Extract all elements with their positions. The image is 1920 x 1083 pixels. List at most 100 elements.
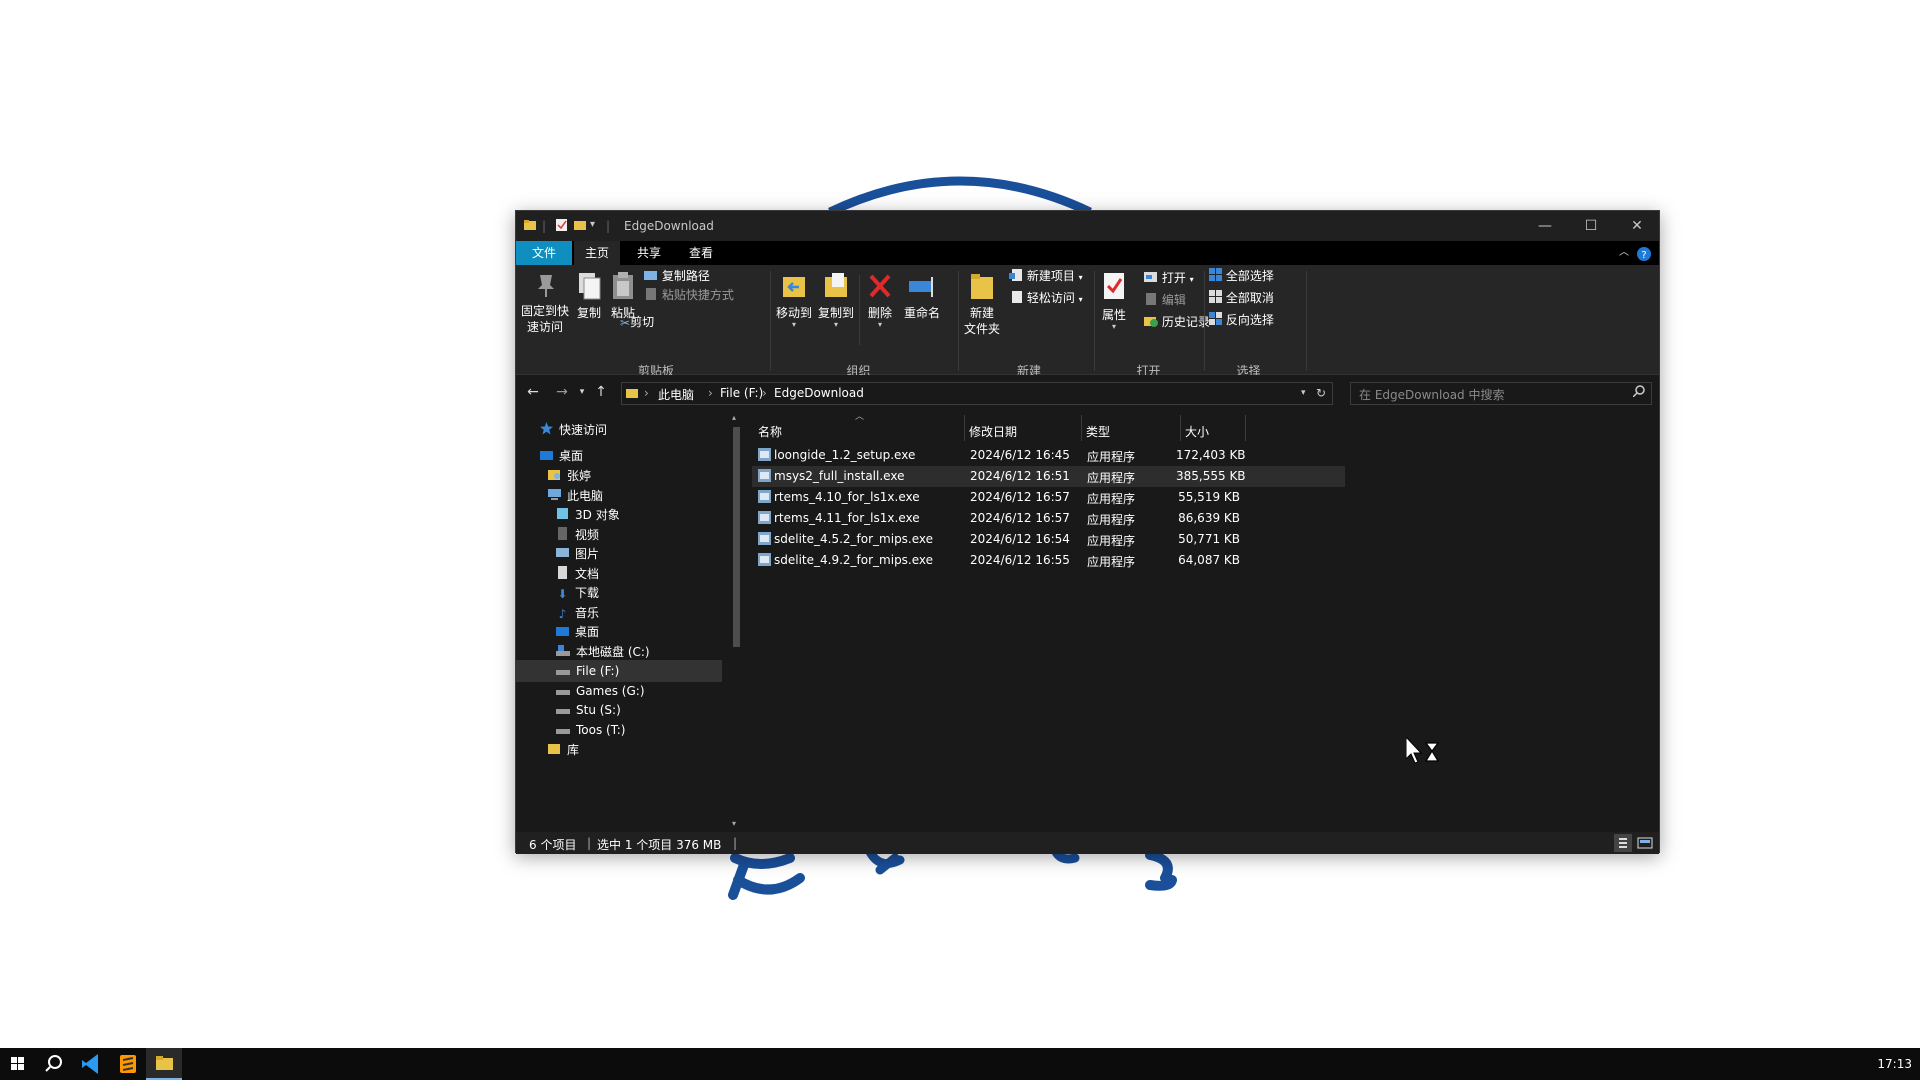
paste-shortcut-button[interactable]: 粘贴快捷方式	[644, 286, 734, 304]
open-button[interactable]: 打开 ▾	[1144, 269, 1194, 287]
file-size: 385,555 KB	[1176, 469, 1246, 483]
breadcrumb-edgedownload[interactable]: EdgeDownload	[774, 386, 864, 400]
delete-button[interactable]: 删除 ▾	[862, 271, 898, 329]
tab-home[interactable]: 主页	[574, 241, 620, 265]
title-bar[interactable]: | ▾ | EdgeDownload — ☐ ✕	[516, 211, 1659, 241]
nav-item-downloads[interactable]: ⬇ 下载	[556, 582, 599, 604]
up-arrow-icon[interactable]: ↑	[591, 384, 611, 400]
file-row[interactable]: sdelite_4.9.2_for_mips.exe 2024/6/12 16:…	[752, 550, 1345, 571]
history-button[interactable]: 历史记录	[1144, 313, 1210, 331]
tab-view[interactable]: 查看	[678, 241, 724, 265]
exe-icon	[758, 532, 771, 548]
breadcrumb-separator: ›	[708, 386, 713, 400]
search-icon[interactable]	[36, 1048, 72, 1080]
easy-access-button[interactable]: 轻松访问 ▾	[1009, 289, 1083, 307]
rename-button[interactable]: 重命名	[902, 271, 942, 321]
nav-item-user[interactable]: 张婷	[548, 465, 591, 487]
column-separator[interactable]	[1081, 415, 1082, 441]
nav-item-libraries[interactable]: 库	[548, 739, 579, 761]
column-header-name[interactable]: 名称	[758, 423, 782, 440]
forward-arrow-icon[interactable]: →	[552, 384, 572, 400]
select-none-button[interactable]: 全部取消	[1209, 289, 1274, 307]
ribbon: 固定到快速访问 复制 粘贴 复制路径 粘贴快捷方式 ✂剪切 剪贴板 移动到 ▾ …	[516, 265, 1659, 378]
nav-item-drive-s[interactable]: Stu (S:)	[556, 699, 621, 721]
taskbar-clock[interactable]: 17:13	[1877, 1057, 1912, 1071]
easy-access-icon	[1009, 290, 1023, 308]
file-explorer-taskbar-icon[interactable]	[146, 1048, 182, 1080]
select-all-button[interactable]: 全部选择	[1209, 267, 1274, 285]
back-arrow-icon[interactable]: ←	[523, 384, 543, 400]
nav-item-pictures[interactable]: 图片	[556, 543, 599, 565]
search-box[interactable]: 在 EdgeDownload 中搜索	[1350, 382, 1652, 405]
sublime-text-icon[interactable]	[110, 1048, 146, 1080]
breadcrumb-drive-f[interactable]: File (F:)	[720, 386, 763, 400]
breadcrumb-this-pc[interactable]: 此电脑	[658, 386, 694, 403]
dropdown-arrow-icon: ▾	[791, 320, 796, 329]
customize-quick-access-icon[interactable]: ▾	[590, 219, 595, 233]
nav-scrollbar[interactable]: ▴ ▾	[730, 413, 742, 832]
file-name: sdelite_4.5.2_for_mips.exe	[774, 532, 934, 546]
new-folder-quick-icon[interactable]	[574, 219, 586, 233]
file-type: 应用程序	[1087, 534, 1136, 548]
file-row[interactable]: rtems_4.10_for_ls1x.exe 2024/6/12 16:57 …	[752, 487, 1345, 508]
collapse-ribbon-icon[interactable]: ︿	[1616, 241, 1632, 265]
file-name: rtems_4.10_for_ls1x.exe	[774, 490, 920, 504]
nav-item-drive-t[interactable]: Toos (T:)	[556, 719, 625, 741]
vscode-icon[interactable]	[74, 1048, 110, 1080]
close-button[interactable]: ✕	[1614, 211, 1660, 241]
tab-share[interactable]: 共享	[626, 241, 672, 265]
history-label: 历史记录	[1161, 315, 1210, 329]
refresh-icon[interactable]: ↻	[1316, 386, 1326, 400]
large-icons-view-icon[interactable]	[1636, 834, 1654, 855]
column-separator[interactable]	[1245, 415, 1246, 441]
nav-label: 下载	[575, 586, 600, 600]
file-size: 50,771 KB	[1178, 532, 1240, 546]
tab-file[interactable]: 文件	[516, 241, 572, 265]
properties-label: 属性	[1101, 308, 1126, 322]
properties-quick-icon[interactable]	[556, 219, 568, 233]
details-view-icon[interactable]	[1614, 834, 1632, 852]
nav-item-desktop-2[interactable]: 桌面	[556, 621, 599, 643]
help-icon[interactable]: ?	[1636, 241, 1652, 265]
properties-button[interactable]: 属性 ▾	[1096, 271, 1132, 331]
nav-label: 桌面	[575, 625, 600, 639]
maximize-button[interactable]: ☐	[1568, 211, 1614, 241]
nav-item-quick-access[interactable]: 快速访问	[540, 419, 607, 441]
new-item-button[interactable]: 新建项目 ▾	[1009, 267, 1083, 285]
nav-item-drive-f[interactable]: File (F:)	[516, 660, 722, 682]
navigation-pane[interactable]: 快速访问 桌面 张婷 此电脑 3D 对象 视频 图片 文档 ⬇ 下载 ♪ 音乐 桌面…	[516, 413, 742, 832]
scroll-down-icon[interactable]: ▾	[732, 819, 736, 828]
minimize-button[interactable]: —	[1522, 211, 1568, 241]
column-separator[interactable]	[964, 415, 965, 441]
invert-selection-button[interactable]: 反向选择	[1209, 311, 1274, 329]
file-row-selected[interactable]: msys2_full_install.exe 2024/6/12 16:51 应…	[752, 466, 1345, 487]
file-row[interactable]: loongide_1.2_setup.exe 2024/6/12 16:45 应…	[752, 445, 1345, 466]
nav-item-desktop[interactable]: 桌面	[540, 445, 583, 467]
file-row[interactable]: rtems_4.11_for_ls1x.exe 2024/6/12 16:57 …	[752, 508, 1345, 529]
address-history-dropdown-icon[interactable]: ▾	[1301, 388, 1306, 398]
column-header-date[interactable]: 修改日期	[969, 423, 1017, 440]
nav-item-3d-objects[interactable]: 3D 对象	[556, 504, 620, 526]
edit-button[interactable]: 编辑	[1144, 291, 1186, 309]
nav-scrollbar-thumb[interactable]	[733, 427, 740, 647]
copy-path-button[interactable]: 复制路径	[644, 267, 710, 285]
search-icon[interactable]	[1632, 385, 1645, 400]
move-to-button[interactable]: 移动到 ▾	[774, 271, 814, 329]
pin-quick-access-button[interactable]: 固定到快速访问	[520, 271, 570, 335]
file-row[interactable]: sdelite_4.5.2_for_mips.exe 2024/6/12 16:…	[752, 529, 1345, 550]
scroll-up-icon[interactable]: ▴	[732, 413, 736, 422]
pin-icon	[538, 275, 554, 297]
new-folder-label-1: 新建	[969, 306, 994, 320]
column-header-type[interactable]: 类型	[1086, 423, 1110, 440]
column-header-size[interactable]: 大小	[1185, 423, 1209, 440]
ribbon-separator	[958, 271, 959, 371]
address-bar[interactable]: › 此电脑 › File (F:) › EdgeDownload ▾ ↻	[621, 382, 1333, 405]
copy-button[interactable]: 复制	[574, 271, 604, 321]
copy-to-button[interactable]: 复制到 ▾	[816, 271, 856, 329]
new-folder-button[interactable]: 新建 文件夹	[960, 271, 1004, 337]
cut-button[interactable]: ✂剪切	[620, 313, 654, 331]
recent-locations-icon[interactable]: ▾	[572, 387, 592, 397]
windows-start-icon[interactable]	[0, 1048, 36, 1080]
rename-label: 重命名	[903, 306, 940, 320]
column-separator[interactable]	[1180, 415, 1181, 441]
